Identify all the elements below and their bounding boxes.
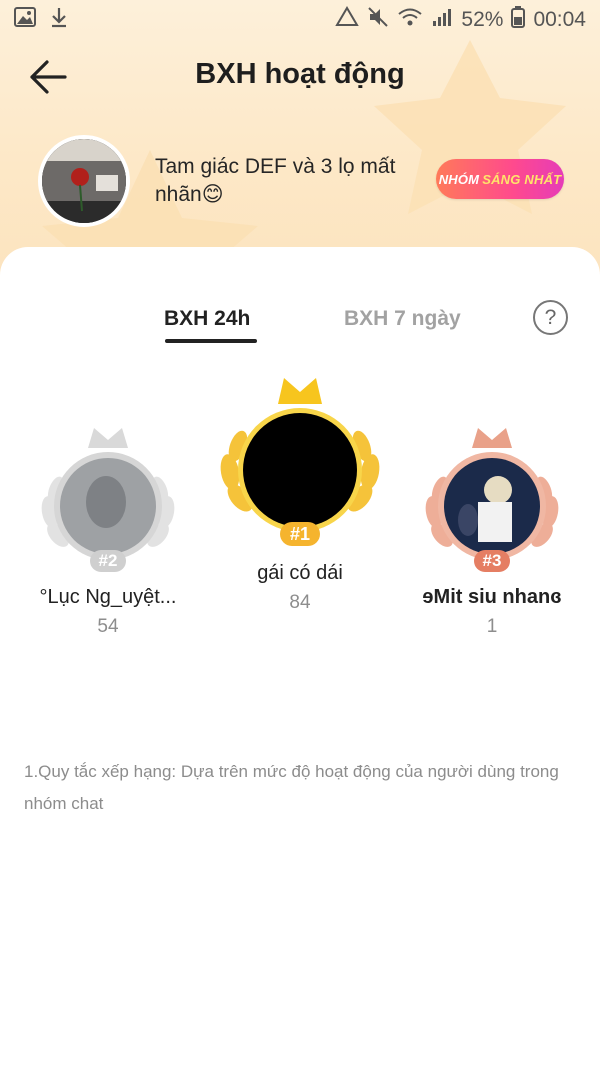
mute-icon [367, 6, 389, 34]
wifi-icon [397, 6, 423, 34]
tab-7-days[interactable]: BXH 7 ngày [344, 307, 461, 331]
group-avatar[interactable] [38, 135, 130, 227]
signal-icon [431, 6, 453, 34]
badge-label-1: NHÓM [438, 171, 480, 187]
leaderboard-card: BXH 24h BXH 7 ngày ? [0, 247, 600, 1067]
battery-percent: 52% [461, 8, 504, 31]
image-icon [14, 7, 36, 33]
tab-bar: BXH 24h BXH 7 ngày [0, 307, 600, 347]
status-bar: 52% 00:04 [0, 0, 600, 40]
rank-3-name: ɘMit siu nhanɞ [422, 586, 562, 608]
top-bar: BXH hoạt động [0, 46, 600, 106]
group-name: Tam giác DEF và 3 lọ mất nhãn😊 [155, 155, 396, 206]
rank-3-score: 1 [486, 616, 498, 637]
rank-3-entry[interactable]: #3 ɘMit siu nhanɞ 1 [412, 420, 572, 640]
clock: 00:04 [533, 8, 586, 31]
rank-1-entry[interactable]: #1 gái có dái 84 [212, 372, 388, 622]
brightest-group-badge[interactable]: NHÓM SÁNG NHẤT [436, 159, 564, 199]
rank-2-entry[interactable]: #2 °Lục Ng_uyệt... 54 [28, 420, 188, 640]
rank-2-score: 54 [97, 616, 119, 637]
battery-icon [511, 6, 526, 34]
rank-3-label: #3 [482, 551, 502, 570]
rank-1-label: #1 [289, 524, 311, 544]
gold-laurel-frame [220, 378, 380, 546]
tab-24h[interactable]: BXH 24h [164, 307, 250, 331]
badge-label-2: SÁNG NHẤT [482, 171, 562, 187]
group-info: Tam giác DEF và 3 lọ mất nhãn😊 NHÓM SÁNG… [38, 135, 568, 227]
rank-2-name: °Lục Ng_uyệt... [39, 586, 177, 608]
question-icon: ? [544, 305, 557, 329]
rank-1-score: 84 [289, 592, 311, 613]
help-button[interactable]: ? [533, 300, 568, 335]
rank-2-label: #2 [98, 551, 118, 570]
page-title: BXH hoạt động [195, 58, 405, 90]
download-icon [50, 6, 68, 34]
ranking-rules: 1.Quy tắc xếp hạng: Dựa trên mức độ hoạt… [24, 762, 559, 813]
rank-1-name: gái có dái [257, 562, 343, 584]
recycle-icon [335, 6, 360, 34]
active-tab-indicator [165, 339, 257, 343]
